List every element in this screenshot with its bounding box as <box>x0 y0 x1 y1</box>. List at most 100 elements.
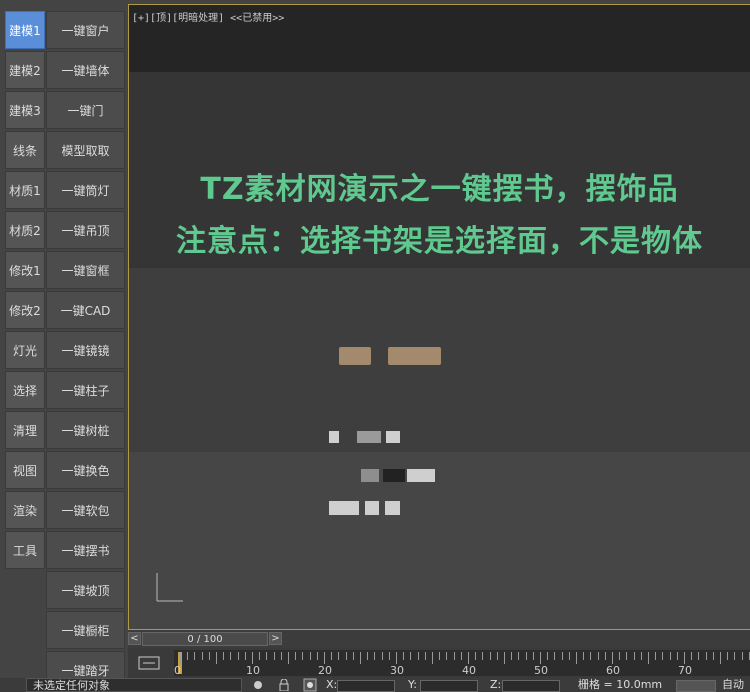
button-one-click-wall[interactable]: 一键墙体 <box>46 51 125 89</box>
ruler-tick <box>475 652 477 660</box>
ruler-tick <box>410 652 412 660</box>
ruler-tick <box>597 652 599 660</box>
ruler-tick <box>468 652 469 664</box>
ruler-tick <box>568 652 570 660</box>
scene-object[interactable] <box>339 347 371 365</box>
scene-object[interactable] <box>388 347 441 365</box>
scene-object[interactable] <box>329 501 359 515</box>
selection-lock-icon[interactable] <box>278 679 290 691</box>
button-one-click-slope-roof[interactable]: 一键坡顶 <box>46 571 125 609</box>
ruler-tick <box>561 652 563 660</box>
button-one-click-cad[interactable]: 一键CAD <box>46 291 125 329</box>
ruler-tick <box>604 652 606 660</box>
status-bar: 未选定任何对象 X: Y: Z: 栅格 = 10.0mm 自动 <box>0 678 750 692</box>
tab-modeling-2[interactable]: 建模2 <box>5 51 45 89</box>
ruler-tick <box>727 652 729 660</box>
ruler-tick <box>518 652 520 660</box>
ruler-label: 0 <box>174 664 181 677</box>
ruler-tick <box>640 652 642 660</box>
button-one-click-door[interactable]: 一键门 <box>46 91 125 129</box>
button-one-click-column[interactable]: 一键柱子 <box>46 371 125 409</box>
ruler-tick <box>590 652 592 660</box>
tab-cleanup[interactable]: 清理 <box>5 411 45 449</box>
ruler-label: 60 <box>606 664 620 677</box>
ruler-tick <box>352 652 354 660</box>
tab-render[interactable]: 渲染 <box>5 491 45 529</box>
ruler-tick <box>338 652 340 660</box>
ruler-tick <box>684 652 685 664</box>
x-coordinate-field[interactable] <box>337 680 395 692</box>
tab-view[interactable]: 视图 <box>5 451 45 489</box>
trackbar[interactable]: 0 10 20 30 40 50 60 70 <box>128 648 750 678</box>
ruler-tick <box>201 652 203 660</box>
absolute-mode-icon[interactable] <box>303 678 317 692</box>
ruler-tick <box>648 652 649 664</box>
ruler-tick <box>662 652 664 660</box>
ruler-tick <box>403 652 405 660</box>
tab-modify-2[interactable]: 修改2 <box>5 291 45 329</box>
status-message: 未选定任何对象 <box>26 678 242 692</box>
y-coordinate-field[interactable] <box>420 680 478 692</box>
ruler-tick <box>223 652 225 660</box>
button-one-click-recolor[interactable]: 一键换色 <box>46 451 125 489</box>
lock-icon[interactable] <box>252 679 264 691</box>
ruler-tick <box>741 652 743 660</box>
time-tag-field[interactable] <box>676 680 716 692</box>
scene-object[interactable] <box>386 431 400 443</box>
ruler-tick <box>194 652 196 660</box>
ruler-label: 20 <box>318 664 332 677</box>
scene-object[interactable] <box>383 469 405 482</box>
ruler-tick <box>388 652 390 660</box>
button-one-click-downlight[interactable]: 一键筒灯 <box>46 171 125 209</box>
button-one-click-ceiling[interactable]: 一键吊顶 <box>46 211 125 249</box>
button-one-click-stump[interactable]: 一键树桩 <box>46 411 125 449</box>
button-one-click-window[interactable]: 一键窗户 <box>46 11 125 49</box>
tab-tools[interactable]: 工具 <box>5 531 45 569</box>
ruler-tick <box>576 652 577 664</box>
ruler-tick <box>280 652 282 660</box>
ruler-tick <box>540 652 541 664</box>
tab-modify-1[interactable]: 修改1 <box>5 251 45 289</box>
caption-banner: TZ素材网演示之一键摆书，摆饰品 注意点：选择书架是选择面，不是物体 <box>129 72 750 268</box>
tab-material-1[interactable]: 材质1 <box>5 171 45 209</box>
x-label: X: <box>326 678 338 691</box>
grid-size-readout: 栅格 = 10.0mm <box>578 678 663 691</box>
scene-object[interactable] <box>361 469 379 482</box>
scene-object[interactable] <box>385 501 400 515</box>
button-one-click-mirror[interactable]: 一键镜镜 <box>46 331 125 369</box>
tab-lights[interactable]: 灯光 <box>5 331 45 369</box>
auto-key-button[interactable]: 自动 <box>722 678 744 692</box>
ruler-tick <box>230 652 232 660</box>
viewport[interactable]: [+][顶][明暗处理] <<已禁用>> TZ素材网演示之一键摆书，摆饰品 注意… <box>128 4 750 630</box>
scene-object[interactable] <box>407 469 435 482</box>
next-frame-button[interactable]: > <box>269 632 282 645</box>
scene-object[interactable] <box>329 431 339 443</box>
ruler-tick <box>295 652 297 660</box>
tab-modeling-1[interactable]: 建模1 <box>5 11 45 49</box>
button-model-pick[interactable]: 模型取取 <box>46 131 125 169</box>
viewport-label[interactable]: [+][顶][明暗处理] <<已禁用>> <box>132 9 284 24</box>
ruler-tick <box>266 652 268 660</box>
z-coordinate-field[interactable] <box>502 680 560 692</box>
trackbar-ruler[interactable]: 0 10 20 30 40 50 60 70 <box>174 650 750 677</box>
ruler-tick <box>180 652 181 664</box>
time-slider[interactable]: 0 / 100 <box>142 632 268 646</box>
scene-object[interactable] <box>357 431 381 443</box>
ruler-tick <box>345 652 347 660</box>
tab-modeling-3[interactable]: 建模3 <box>5 91 45 129</box>
tab-material-2[interactable]: 材质2 <box>5 211 45 249</box>
ruler-tick <box>619 652 621 660</box>
tab-select[interactable]: 选择 <box>5 371 45 409</box>
ruler-tick <box>496 652 498 660</box>
button-one-click-soft-panel[interactable]: 一键软包 <box>46 491 125 529</box>
previous-frame-button[interactable]: < <box>128 632 141 645</box>
ruler-tick <box>669 652 671 660</box>
button-one-click-window-frame[interactable]: 一键窗框 <box>46 251 125 289</box>
scene-object[interactable] <box>365 501 379 515</box>
ruler-tick <box>309 652 311 660</box>
key-filter-icon[interactable] <box>138 654 162 672</box>
ruler-tick <box>676 652 678 660</box>
button-one-click-place-books[interactable]: 一键摆书 <box>46 531 125 569</box>
button-one-click-cabinet[interactable]: 一键橱柜 <box>46 611 125 649</box>
tab-lines[interactable]: 线条 <box>5 131 45 169</box>
